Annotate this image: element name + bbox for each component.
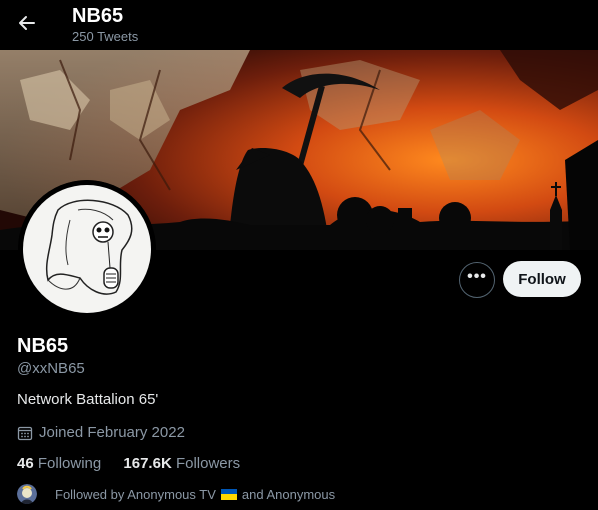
profile-header: NB65 250 Tweets	[0, 0, 598, 50]
arrow-left-icon	[19, 16, 35, 30]
followers-link[interactable]: 167.6K Followers	[123, 455, 240, 472]
tweet-count: 250 Tweets	[72, 29, 139, 44]
anonymous-avatar-icon	[17, 484, 37, 504]
following-link[interactable]: 46 Following	[17, 455, 101, 472]
ukraine-flag-icon	[220, 488, 237, 500]
join-date-text: Joined February 2022	[39, 424, 185, 441]
profile-name: NB65	[17, 335, 69, 357]
following-count: 46	[17, 455, 34, 472]
follow-button[interactable]: Follow	[503, 261, 581, 297]
follower-avatar	[17, 484, 37, 504]
followed-by-suffix: and Anonymous	[241, 486, 336, 502]
more-options-button[interactable]: •••	[459, 262, 495, 298]
avatar-image	[18, 180, 156, 318]
back-button[interactable]	[14, 10, 40, 36]
calendar-icon	[17, 426, 33, 440]
profile-handle: @xxNB65	[17, 360, 85, 377]
profile-avatar[interactable]	[18, 180, 156, 318]
more-icon: •••	[467, 268, 487, 285]
follow-stats: 46 Following 167.6K Followers	[17, 455, 258, 472]
followers-count: 167.6K	[123, 455, 172, 472]
following-label: Following	[37, 455, 102, 472]
followed-by-prefix: Followed by Anonymous TV	[55, 486, 216, 502]
join-date: Joined February 2022	[17, 424, 185, 441]
followed-by[interactable]: Followed by Anonymous TV and Anonymous	[17, 484, 335, 504]
page-title: NB65	[72, 5, 124, 27]
followers-label: Followers	[175, 455, 241, 472]
profile-bio: Network Battalion 65'	[17, 391, 159, 408]
